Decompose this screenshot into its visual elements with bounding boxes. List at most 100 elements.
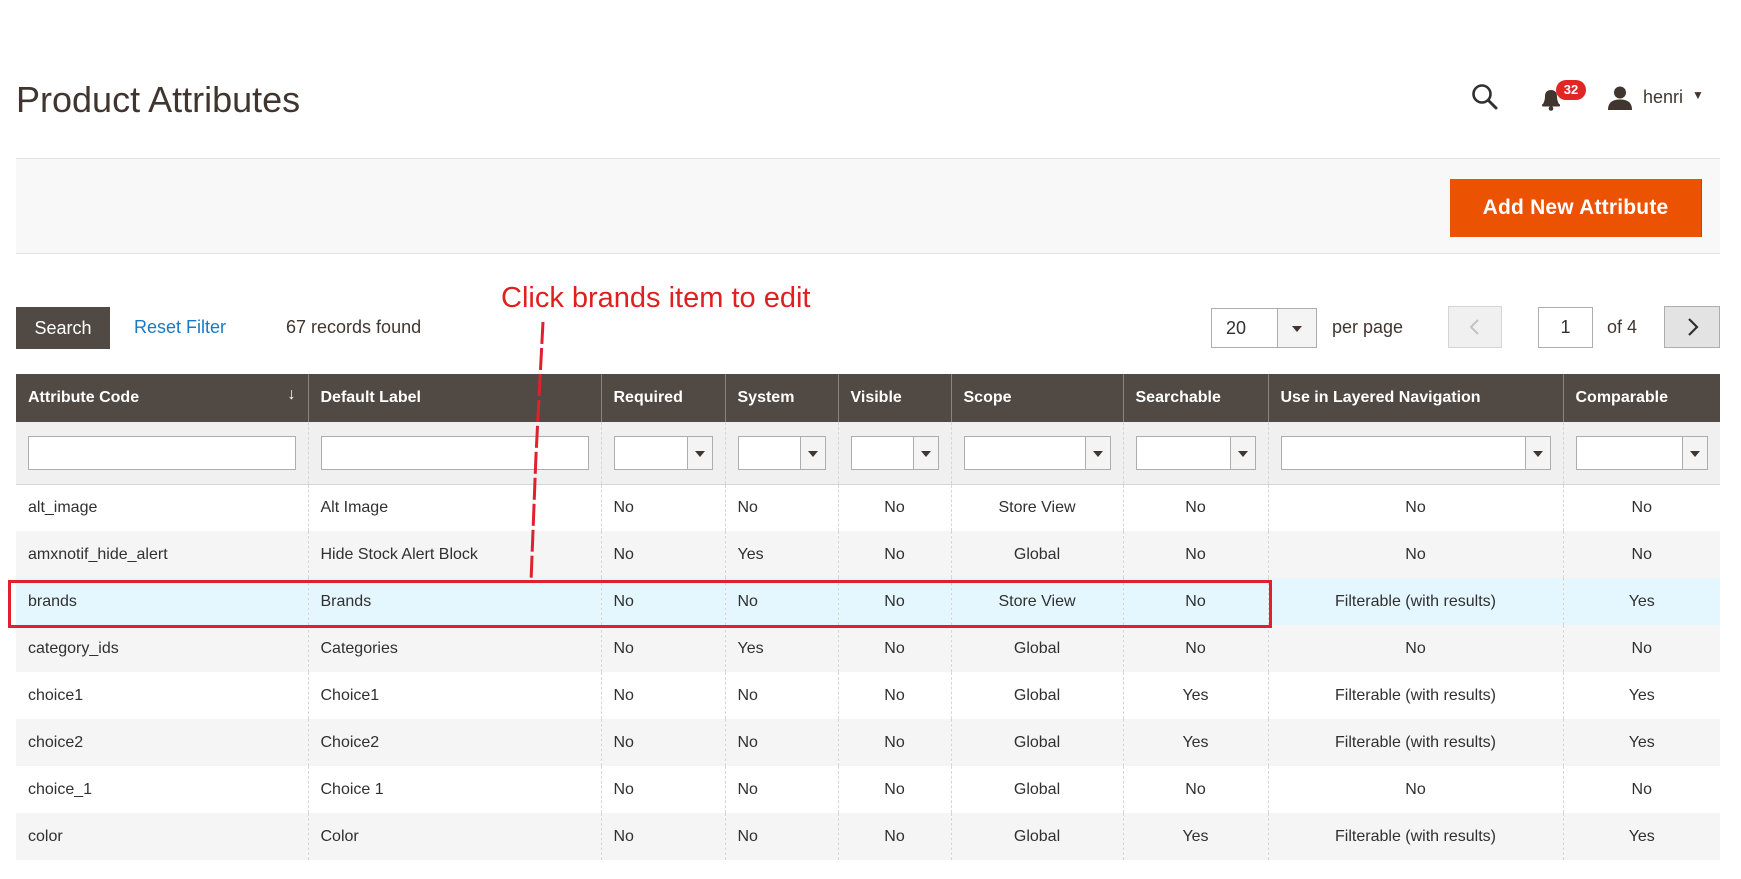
notification-badge[interactable]: 32 (1556, 80, 1586, 100)
default-label-cell: Alt Image (307, 484, 601, 531)
attribute-code-filter-input[interactable] (28, 435, 296, 470)
chevron-down-icon (1292, 326, 1302, 332)
dropdown-button[interactable] (1229, 436, 1255, 469)
required-cell: No (600, 531, 725, 578)
system-filter-select[interactable] (737, 435, 826, 470)
chevron-down-icon (1237, 450, 1248, 457)
comparable-cell: No (1562, 625, 1720, 672)
table-row[interactable]: choice2 Choice2 No No No Global Yes Filt… (16, 719, 1720, 766)
chevron-down-icon (920, 450, 931, 457)
dropdown-button[interactable] (1682, 436, 1707, 469)
table-row-brands[interactable]: brands Brands No No No Store View No Fil… (16, 578, 1720, 625)
column-header-searchable[interactable]: Searchable (1122, 374, 1268, 422)
system-cell: No (724, 578, 838, 625)
records-found: 67 records found (286, 317, 421, 338)
layered-navigation-cell: No (1267, 484, 1563, 531)
column-header-layered-navigation[interactable]: Use in Layered Navigation (1267, 374, 1563, 422)
searchable-cell: No (1122, 578, 1268, 625)
reset-filter-link[interactable]: Reset Filter (134, 317, 226, 338)
default-label-cell: Choice1 (307, 672, 601, 719)
column-header-visible[interactable]: Visible (837, 374, 951, 422)
table-row[interactable]: alt_image Alt Image No No No Store View … (16, 484, 1720, 531)
filter-cell (837, 422, 951, 485)
user-icon[interactable] (1606, 84, 1634, 112)
system-cell: No (724, 484, 838, 531)
attribute-code-cell: brands (16, 578, 308, 625)
required-cell: No (600, 625, 725, 672)
attribute-code-cell: category_ids (16, 625, 308, 672)
system-cell: No (724, 719, 838, 766)
dropdown-button[interactable] (686, 436, 712, 469)
grid-header-row: Attribute Code ↓ Default Label Required S… (16, 374, 1720, 422)
chevron-down-icon (694, 450, 705, 457)
searchable-cell: Yes (1122, 719, 1268, 766)
comparable-cell: Yes (1562, 813, 1720, 860)
required-cell: No (600, 766, 725, 813)
chevron-down-icon[interactable]: ▼ (1692, 88, 1704, 102)
searchable-filter-select[interactable] (1135, 435, 1256, 470)
comparable-filter-select[interactable] (1575, 435, 1708, 470)
searchable-cell: No (1122, 625, 1268, 672)
column-header-label: Attribute Code (28, 389, 140, 406)
sort-arrow-icon: ↓ (287, 386, 296, 403)
dropdown-button[interactable] (799, 436, 825, 469)
column-header-system[interactable]: System (724, 374, 838, 422)
comparable-cell: No (1562, 531, 1720, 578)
attribute-code-cell: choice_1 (16, 766, 308, 813)
layered-navigation-cell: No (1267, 766, 1563, 813)
per-page-select[interactable]: 20 (1211, 308, 1317, 348)
search-icon[interactable] (1470, 82, 1500, 112)
scope-cell: Global (950, 813, 1123, 860)
attribute-code-cell: amxnotif_hide_alert (16, 531, 308, 578)
layered-navigation-cell: Filterable (with results) (1267, 672, 1563, 719)
table-row[interactable]: choice1 Choice1 No No No Global Yes Filt… (16, 672, 1720, 719)
scope-filter-select[interactable] (963, 435, 1111, 470)
visible-filter-select[interactable] (850, 435, 939, 470)
searchable-cell: Yes (1122, 672, 1268, 719)
scope-cell: Global (950, 719, 1123, 766)
previous-page-button[interactable] (1448, 306, 1502, 348)
dropdown-button[interactable] (1524, 436, 1550, 469)
required-filter-select[interactable] (613, 435, 713, 470)
records-count: 67 (286, 317, 307, 337)
default-label-filter-input[interactable] (320, 435, 589, 470)
page-actions-bar: Add New Attribute (16, 158, 1720, 254)
comparable-cell: Yes (1562, 672, 1720, 719)
annotation-text: Click brands item to edit (501, 282, 811, 314)
next-page-button[interactable] (1664, 306, 1720, 348)
system-cell: No (724, 766, 838, 813)
default-label-cell: Choice2 (307, 719, 601, 766)
search-button[interactable]: Search (16, 307, 110, 349)
column-header-default-label[interactable]: Default Label (307, 374, 601, 422)
scope-cell: Store View (950, 578, 1123, 625)
layered-navigation-filter-select[interactable] (1280, 435, 1551, 470)
required-cell: No (600, 484, 725, 531)
filter-cell (600, 422, 725, 485)
table-row[interactable]: category_ids Categories No Yes No Global… (16, 625, 1720, 672)
layered-navigation-cell: Filterable (with results) (1267, 719, 1563, 766)
default-label-cell: Hide Stock Alert Block (307, 531, 601, 578)
add-new-attribute-button[interactable]: Add New Attribute (1450, 179, 1702, 237)
grid-filter-row (16, 422, 1720, 485)
dropdown-button[interactable] (912, 436, 938, 469)
filter-cell (16, 422, 308, 485)
chevron-down-icon (1690, 450, 1700, 457)
current-page-input[interactable]: 1 (1538, 307, 1593, 348)
column-header-attribute-code[interactable]: Attribute Code ↓ (16, 374, 308, 422)
column-header-required[interactable]: Required (600, 374, 725, 422)
required-cell: No (600, 672, 725, 719)
dropdown-button[interactable] (1084, 436, 1110, 469)
attribute-code-cell: choice2 (16, 719, 308, 766)
column-header-comparable[interactable]: Comparable (1562, 374, 1720, 422)
attribute-code-cell: color (16, 813, 308, 860)
table-row[interactable]: choice_1 Choice 1 No No No Global No No … (16, 766, 1720, 813)
filter-cell (1562, 422, 1720, 485)
table-row[interactable]: color Color No No No Global Yes Filterab… (16, 813, 1720, 860)
user-name[interactable]: henri (1643, 87, 1683, 108)
table-row[interactable]: amxnotif_hide_alert Hide Stock Alert Blo… (16, 531, 1720, 578)
column-header-scope[interactable]: Scope (950, 374, 1123, 422)
comparable-cell: No (1562, 766, 1720, 813)
visible-cell: No (837, 672, 951, 719)
page-total: of 4 (1607, 317, 1638, 337)
per-page-dropdown-button[interactable] (1277, 309, 1316, 347)
